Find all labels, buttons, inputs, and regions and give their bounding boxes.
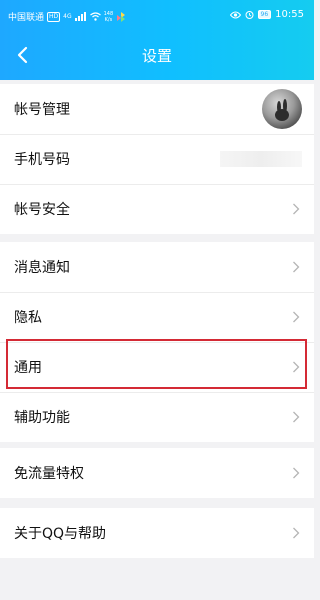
chevron-right-icon bbox=[293, 467, 300, 479]
app-header: 中国联通 HD 4G 148 K/s 96 10:55 设置 bbox=[0, 0, 314, 80]
status-bar: 中国联通 HD 4G 148 K/s 96 10:55 bbox=[0, 0, 314, 30]
chevron-right-icon bbox=[293, 203, 300, 215]
page-title: 设置 bbox=[141, 47, 172, 65]
about-group: 关于QQ与帮助 bbox=[0, 508, 314, 558]
row-account-security[interactable]: 帐号安全 bbox=[0, 184, 314, 234]
row-label: 隐私 bbox=[14, 310, 42, 326]
wifi-icon bbox=[89, 12, 101, 21]
privilege-group: 免流量特权 bbox=[0, 448, 314, 498]
row-label: 帐号安全 bbox=[14, 202, 70, 218]
chevron-right-icon bbox=[293, 261, 300, 273]
account-group: 帐号管理 手机号码 帐号安全 bbox=[0, 84, 314, 234]
row-about-qq-help[interactable]: 关于QQ与帮助 bbox=[0, 508, 314, 558]
row-label: 帐号管理 bbox=[14, 102, 70, 118]
chevron-right-icon bbox=[293, 361, 300, 373]
alarm-icon bbox=[245, 11, 254, 19]
row-label: 关于QQ与帮助 bbox=[14, 526, 107, 542]
avatar-image bbox=[275, 99, 289, 121]
row-privacy[interactable]: 隐私 bbox=[0, 292, 314, 342]
row-label: 消息通知 bbox=[14, 260, 70, 276]
row-free-data-privilege[interactable]: 免流量特权 bbox=[0, 448, 314, 498]
eye-icon bbox=[229, 11, 241, 18]
phone-number-masked bbox=[220, 151, 302, 167]
row-label: 辅助功能 bbox=[14, 410, 70, 426]
row-phone-number[interactable]: 手机号码 bbox=[0, 134, 314, 184]
row-label: 免流量特权 bbox=[14, 466, 84, 482]
chevron-right-icon bbox=[293, 527, 300, 539]
row-accessibility[interactable]: 辅助功能 bbox=[0, 392, 314, 442]
settings-group: 消息通知 隐私 通用 辅助功能 bbox=[0, 242, 314, 442]
signal-bars-icon bbox=[74, 12, 86, 21]
row-label: 通用 bbox=[14, 360, 42, 376]
battery-icon: 96 bbox=[257, 10, 272, 19]
network-speed: 148 K/s bbox=[103, 10, 114, 23]
row-label: 手机号码 bbox=[14, 152, 70, 168]
title-bar: 设置 bbox=[0, 30, 314, 80]
chevron-right-icon bbox=[293, 411, 300, 423]
status-time: 10:55 bbox=[275, 9, 304, 20]
app-notification-icon bbox=[117, 11, 126, 22]
avatar bbox=[262, 89, 302, 129]
carrier-label: 中国联通 bbox=[8, 13, 45, 23]
row-notifications[interactable]: 消息通知 bbox=[0, 242, 314, 292]
chevron-right-icon bbox=[293, 311, 300, 323]
row-general[interactable]: 通用 bbox=[0, 342, 314, 392]
signal-icon: 4G bbox=[63, 13, 72, 20]
row-account-management[interactable]: 帐号管理 bbox=[0, 84, 314, 134]
hd-badge: HD bbox=[47, 11, 61, 22]
